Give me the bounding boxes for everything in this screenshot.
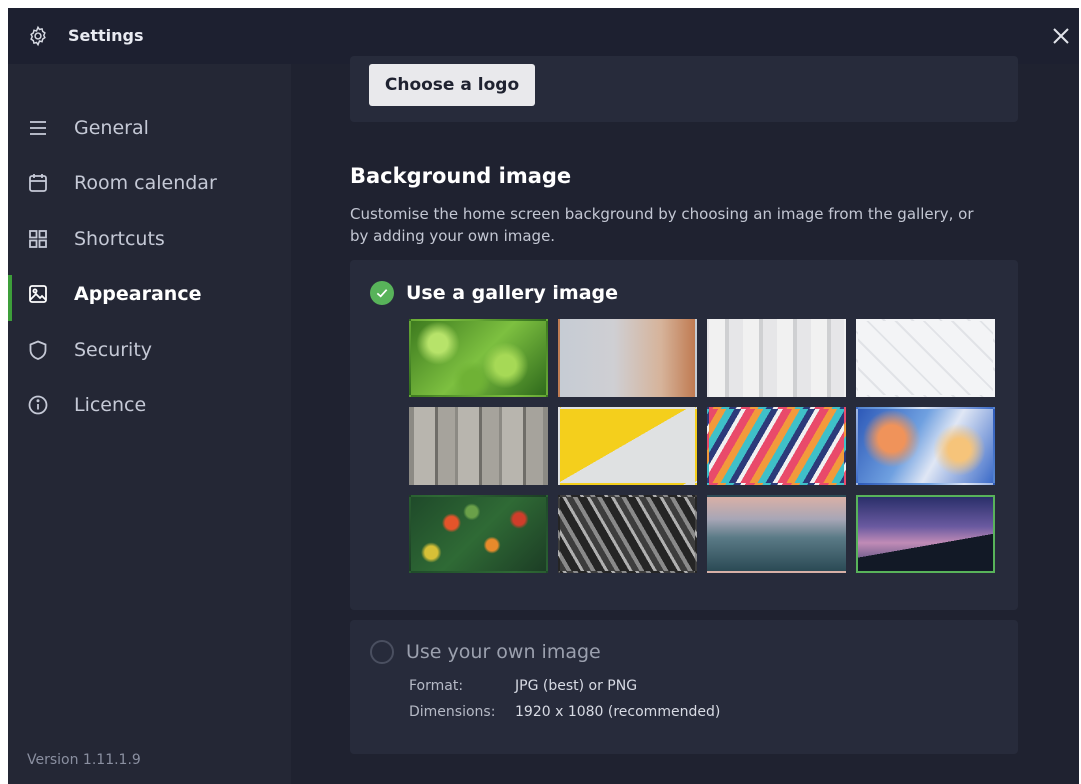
close-button[interactable] (1047, 22, 1075, 50)
gallery-image-label: Use a gallery image (406, 282, 618, 304)
sidebar-item-licence[interactable]: Licence (8, 382, 291, 428)
sea-sunset-thumbnail[interactable] (707, 495, 846, 573)
sidebar-item-security[interactable]: Security (8, 327, 291, 373)
sidebar-item-general[interactable]: General (8, 105, 291, 151)
flower-field-thumbnail[interactable] (409, 495, 548, 573)
gallery-card: Use a gallery image (350, 260, 1018, 610)
colorful-paint-swirl-thumbnail[interactable] (707, 407, 846, 485)
sidebar-item-shortcuts[interactable]: Shortcuts (8, 216, 291, 262)
active-indicator (8, 275, 12, 321)
sidebar-item-room-calendar[interactable]: Room calendar (8, 160, 291, 206)
logo-card: Choose a logo (350, 56, 1018, 122)
own-image-radio[interactable]: Use your own image (370, 640, 601, 664)
settings-window: Settings General Room calendar Shortcuts (8, 8, 1079, 784)
sidebar-item-appearance[interactable]: Appearance (8, 271, 291, 321)
sidebar-item-label: Room calendar (74, 172, 217, 194)
section-description: Customise the home screen background by … (350, 205, 974, 245)
white-building-thumbnail[interactable] (707, 319, 846, 397)
shield-icon (29, 340, 47, 360)
check-circle-icon[interactable] (370, 281, 394, 305)
calendar-icon (29, 174, 47, 192)
grid-icon (29, 230, 47, 248)
image-icon (29, 285, 47, 303)
close-icon[interactable] (1047, 22, 1075, 50)
own-image-card: Use your own image Format: JPG (best) or… (350, 620, 1018, 754)
green-leaves-thumbnail[interactable] (409, 319, 548, 397)
info-icon (28, 395, 48, 415)
white-tiles-thumbnail[interactable] (856, 319, 995, 397)
wooden-planks-thumbnail[interactable] (409, 407, 548, 485)
mountains-night-sky-thumbnail[interactable] (856, 495, 995, 573)
dimensions-label: Dimensions: (409, 704, 496, 720)
sidebar-item-label: Shortcuts (74, 228, 165, 250)
sidebar: General Room calendar Shortcuts Appearan… (8, 64, 291, 784)
own-image-label: Use your own image (406, 641, 601, 663)
sidebar-item-label: Licence (74, 394, 147, 416)
window-title: Settings (68, 26, 144, 45)
radio-unchecked-icon[interactable] (370, 640, 394, 664)
appearance-panel: Choose a logo Background image Customise… (291, 56, 1079, 784)
city-aerial-bw-thumbnail[interactable] (558, 495, 697, 573)
yellow-grey-wall-thumbnail[interactable] (558, 407, 697, 485)
gear-icon (30, 25, 46, 47)
section-title: Background image (350, 164, 572, 188)
dimensions-value: 1920 x 1080 (recommended) (515, 704, 721, 720)
sidebar-item-label: General (74, 117, 149, 139)
sidebar-item-label: Appearance (74, 283, 202, 305)
sidebar-item-label: Security (74, 339, 153, 361)
choose-logo-button[interactable]: Choose a logo (369, 64, 535, 106)
version-label: Version 1.11.1.9 (27, 752, 141, 768)
gallery-image-radio[interactable]: Use a gallery image (370, 281, 618, 305)
format-value: JPG (best) or PNG (515, 678, 638, 694)
list-icon (30, 121, 46, 135)
thumbnail-grid (409, 319, 995, 573)
blurred-gradient-thumbnail[interactable] (558, 319, 697, 397)
format-label: Format: (409, 678, 464, 694)
abstract-blue-orange-thumbnail[interactable] (856, 407, 995, 485)
